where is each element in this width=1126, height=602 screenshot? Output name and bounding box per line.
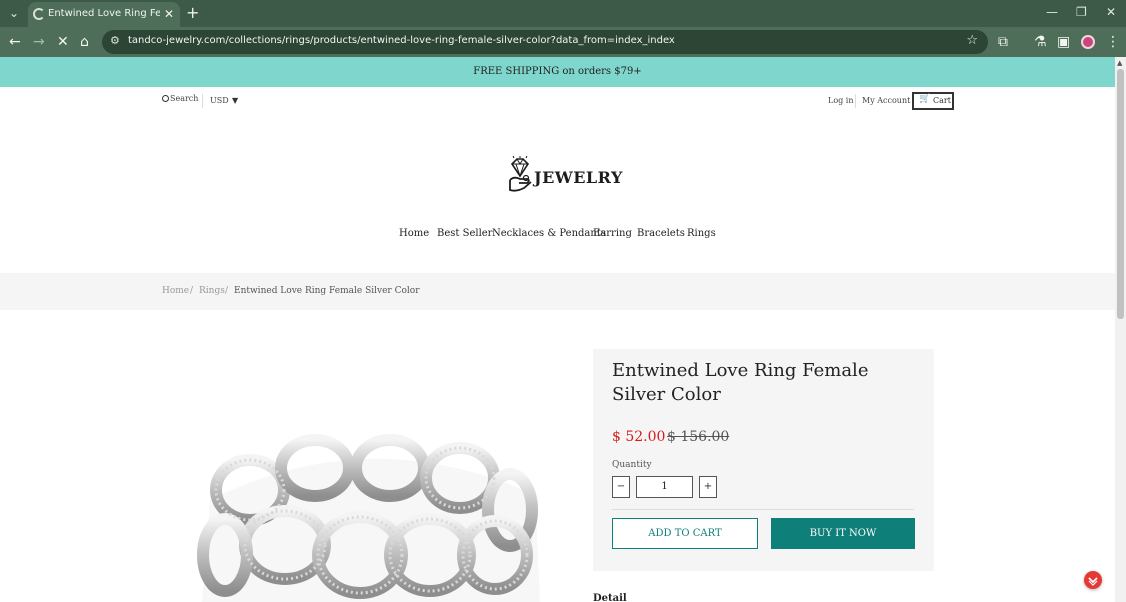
sidepanel-icon[interactable]: ▣: [1057, 33, 1070, 51]
main-navigation: Home Best Seller Necklaces & Pendants Ea…: [0, 228, 1115, 246]
loading-spinner-icon: [33, 8, 45, 20]
minimize-icon[interactable]: —: [1046, 4, 1058, 20]
nav-item-bracelets[interactable]: Bracelets: [637, 228, 685, 239]
profile-avatar[interactable]: [1081, 35, 1095, 49]
detail-heading: Detail: [593, 593, 627, 602]
quantity-plus-icon[interactable]: +: [699, 476, 717, 498]
divider: [202, 94, 203, 108]
product-title: Entwined Love Ring Female Silver Color: [612, 360, 869, 405]
search-link[interactable]: Search: [162, 94, 198, 103]
scroll-up-icon[interactable]: ▲: [1117, 59, 1122, 67]
sale-price: $ 52.00: [612, 429, 666, 445]
menu-icon[interactable]: ⋮: [1106, 33, 1120, 51]
breadcrumb-current: Entwined Love Ring Female Silver Color: [234, 286, 420, 296]
ring-illustration: [197, 434, 540, 602]
window-close-icon[interactable]: ✕: [1106, 4, 1116, 20]
login-link[interactable]: Log in: [828, 96, 854, 105]
product-image[interactable]: [190, 430, 550, 602]
search-icon: [162, 95, 169, 102]
star-icon[interactable]: ☆: [966, 33, 978, 48]
home-icon[interactable]: ⌂: [80, 33, 89, 51]
breadcrumb: Home / Rings / Entwined Love Ring Female…: [0, 273, 1115, 310]
tab-close-icon[interactable]: ✕: [164, 7, 174, 21]
nav-item-best-seller[interactable]: Best Seller: [437, 228, 492, 239]
stop-icon[interactable]: ✕: [57, 33, 69, 51]
site-logo[interactable]: JEWELRY: [506, 156, 622, 196]
nav-item-necklaces-pendants[interactable]: Necklaces & Pendants: [492, 228, 606, 239]
quantity-label: Quantity: [612, 460, 652, 470]
logo-text: JEWELRY: [534, 168, 623, 187]
divider: [855, 94, 856, 108]
announcement-bar: FREE SHIPPING on orders $79+: [0, 57, 1115, 87]
compare-price: $ 156.00: [667, 429, 730, 445]
browser-tab[interactable]: Entwined Love Ring Female Silver Color ✕: [28, 2, 180, 27]
new-tab-plus-icon[interactable]: +: [186, 3, 199, 23]
quantity-input[interactable]: 1: [636, 476, 693, 498]
forward-icon[interactable]: →: [33, 33, 45, 51]
nav-item-home[interactable]: Home: [399, 228, 429, 239]
page-scrollbar[interactable]: ▲: [1115, 57, 1126, 602]
breadcrumb-home[interactable]: Home: [162, 286, 189, 296]
add-to-cart-button[interactable]: ADD TO CART: [612, 518, 758, 549]
tab-title: Entwined Love Ring Female Silver Color: [48, 8, 160, 19]
floating-chat-button[interactable]: [1084, 571, 1102, 589]
currency-selector[interactable]: USD: [210, 96, 229, 105]
restore-icon[interactable]: ❐: [1076, 4, 1087, 20]
tune-icon[interactable]: ⚙: [110, 34, 120, 47]
breadcrumb-separator: /: [225, 286, 229, 296]
currency-caret-icon[interactable]: ▼: [232, 96, 238, 105]
browser-toolbar: ← → ✕ ⌂ ⚙ tandco-jewelry.com/collections…: [0, 27, 1126, 57]
tab-search-chevron-down-icon[interactable]: ⌄: [6, 5, 22, 21]
my-account-link[interactable]: My Account: [862, 96, 910, 105]
breadcrumb-separator: /: [190, 286, 194, 296]
cart-label: Cart: [933, 96, 951, 105]
browser-tab-bar: ⌄ Entwined Love Ring Female Silver Color…: [0, 0, 1126, 27]
cart-icon: 🛒: [919, 94, 931, 104]
back-icon[interactable]: ←: [9, 33, 21, 51]
labs-icon[interactable]: ⚗: [1034, 33, 1047, 51]
diamond-hand-icon: [509, 156, 532, 192]
nav-item-rings[interactable]: Rings: [687, 228, 716, 239]
buy-it-now-button[interactable]: BUY IT NOW: [771, 518, 915, 549]
scrollbar-thumb[interactable]: [1117, 69, 1124, 319]
url-text[interactable]: tandco-jewelry.com/collections/rings/pro…: [128, 35, 675, 46]
product-info-panel: Entwined Love Ring Female Silver Color $…: [593, 349, 934, 571]
breadcrumb-rings[interactable]: Rings: [199, 286, 225, 296]
cart-button[interactable]: 🛒 Cart: [912, 92, 954, 110]
extensions-icon[interactable]: ⧉: [998, 33, 1008, 51]
search-label: Search: [170, 94, 199, 103]
divider: [612, 509, 914, 510]
nav-item-earring[interactable]: Earring: [593, 228, 632, 239]
address-bar[interactable]: ⚙ tandco-jewelry.com/collections/rings/p…: [102, 30, 988, 54]
chat-icon: [1088, 577, 1098, 586]
quantity-minus-icon[interactable]: −: [612, 476, 630, 498]
